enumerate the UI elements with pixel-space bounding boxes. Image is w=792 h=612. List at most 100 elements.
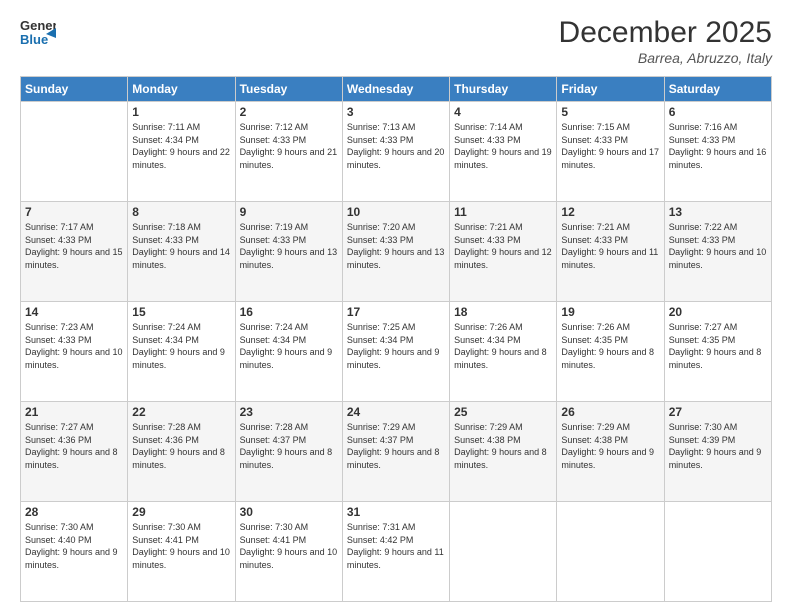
calendar-cell: 17 Sunrise: 7:25 AMSunset: 4:34 PMDayligh… [342, 302, 449, 402]
day-info: Sunrise: 7:26 AMSunset: 4:35 PMDaylight:… [561, 321, 659, 371]
day-info: Sunrise: 7:13 AMSunset: 4:33 PMDaylight:… [347, 121, 445, 171]
calendar-cell [557, 502, 664, 602]
day-info: Sunrise: 7:21 AMSunset: 4:33 PMDaylight:… [454, 221, 552, 271]
day-info: Sunrise: 7:30 AMSunset: 4:40 PMDaylight:… [25, 521, 123, 571]
calendar-cell: 30 Sunrise: 7:30 AMSunset: 4:41 PMDayligh… [235, 502, 342, 602]
calendar-cell: 31Sunrise: 7:31 AMSunset: 4:42 PMDayligh… [342, 502, 449, 602]
calendar-cell: 15Sunrise: 7:24 AMSunset: 4:34 PMDayligh… [128, 302, 235, 402]
day-number: 10 [347, 205, 445, 219]
calendar-cell [664, 502, 771, 602]
weekday-header-sunday: Sunday [21, 77, 128, 102]
day-info: Sunrise: 7:11 AMSunset: 4:34 PMDaylight:… [132, 121, 230, 171]
day-number: 12 [561, 205, 659, 219]
calendar-cell: 2 Sunrise: 7:12 AMSunset: 4:33 PMDaylight… [235, 102, 342, 202]
calendar-cell: 9Sunrise: 7:19 AMSunset: 4:33 PMDaylight… [235, 202, 342, 302]
day-info: Sunrise: 7:17 AMSunset: 4:33 PMDaylight:… [25, 221, 123, 271]
day-info: Sunrise: 7:12 AMSunset: 4:33 PMDaylight:… [240, 121, 338, 171]
day-number: 4 [454, 105, 552, 119]
day-info: Sunrise: 7:31 AMSunset: 4:42 PMDaylight:… [347, 521, 445, 571]
calendar-cell: 4 Sunrise: 7:14 AMSunset: 4:33 PMDaylight… [450, 102, 557, 202]
calendar-cell: 5 Sunrise: 7:15 AMSunset: 4:33 PMDaylight… [557, 102, 664, 202]
calendar-cell: 29 Sunrise: 7:30 AMSunset: 4:41 PMDayligh… [128, 502, 235, 602]
calendar-cell: 20 Sunrise: 7:27 AMSunset: 4:35 PMDayligh… [664, 302, 771, 402]
day-info: Sunrise: 7:28 AMSunset: 4:36 PMDaylight:… [132, 421, 230, 471]
calendar-cell: 24Sunrise: 7:29 AMSunset: 4:37 PMDayligh… [342, 402, 449, 502]
day-number: 30 [240, 505, 338, 519]
day-number: 23 [240, 405, 338, 419]
day-info: Sunrise: 7:22 AMSunset: 4:33 PMDaylight:… [669, 221, 767, 271]
day-info: Sunrise: 7:25 AMSunset: 4:34 PMDaylight:… [347, 321, 445, 371]
logo: General Blue [20, 16, 56, 48]
day-number: 28 [25, 505, 123, 519]
day-number: 29 [132, 505, 230, 519]
calendar-cell: 23 Sunrise: 7:28 AMSunset: 4:37 PMDayligh… [235, 402, 342, 502]
day-number: 7 [25, 205, 123, 219]
page: General Blue December 2025 Barrea, Abruz… [0, 0, 792, 612]
weekday-header-tuesday: Tuesday [235, 77, 342, 102]
day-number: 18 [454, 305, 552, 319]
day-number: 3 [347, 105, 445, 119]
weekday-header-thursday: Thursday [450, 77, 557, 102]
day-info: Sunrise: 7:29 AMSunset: 4:38 PMDaylight:… [561, 421, 659, 471]
day-info: Sunrise: 7:27 AMSunset: 4:35 PMDaylight:… [669, 321, 767, 371]
calendar: SundayMondayTuesdayWednesdayThursdayFrid… [20, 76, 772, 602]
calendar-cell: 7 Sunrise: 7:17 AMSunset: 4:33 PMDaylight… [21, 202, 128, 302]
logo-image: General Blue [20, 16, 56, 48]
calendar-cell [21, 102, 128, 202]
weekday-header-saturday: Saturday [664, 77, 771, 102]
day-number: 24 [347, 405, 445, 419]
calendar-cell: 21Sunrise: 7:27 AMSunset: 4:36 PMDayligh… [21, 402, 128, 502]
day-number: 19 [561, 305, 659, 319]
day-number: 20 [669, 305, 767, 319]
calendar-cell: 14 Sunrise: 7:23 AMSunset: 4:33 PMDayligh… [21, 302, 128, 402]
weekday-header-friday: Friday [557, 77, 664, 102]
location: Barrea, Abruzzo, Italy [559, 50, 772, 66]
calendar-cell: 1 Sunrise: 7:11 AMSunset: 4:34 PMDaylight… [128, 102, 235, 202]
day-number: 2 [240, 105, 338, 119]
day-number: 21 [25, 405, 123, 419]
day-info: Sunrise: 7:14 AMSunset: 4:33 PMDaylight:… [454, 121, 552, 171]
calendar-cell: 28 Sunrise: 7:30 AMSunset: 4:40 PMDayligh… [21, 502, 128, 602]
header: General Blue December 2025 Barrea, Abruz… [20, 16, 772, 66]
day-info: Sunrise: 7:20 AMSunset: 4:33 PMDaylight:… [347, 221, 445, 271]
calendar-cell: 10 Sunrise: 7:20 AMSunset: 4:33 PMDayligh… [342, 202, 449, 302]
day-number: 17 [347, 305, 445, 319]
calendar-cell: 18 Sunrise: 7:26 AMSunset: 4:34 PMDayligh… [450, 302, 557, 402]
day-info: Sunrise: 7:15 AMSunset: 4:33 PMDaylight:… [561, 121, 659, 171]
svg-text:General: General [20, 18, 56, 33]
calendar-cell: 3 Sunrise: 7:13 AMSunset: 4:33 PMDaylight… [342, 102, 449, 202]
day-info: Sunrise: 7:28 AMSunset: 4:37 PMDaylight:… [240, 421, 338, 471]
calendar-cell: 11Sunrise: 7:21 AMSunset: 4:33 PMDayligh… [450, 202, 557, 302]
calendar-cell: 19 Sunrise: 7:26 AMSunset: 4:35 PMDayligh… [557, 302, 664, 402]
day-number: 1 [132, 105, 230, 119]
day-info: Sunrise: 7:29 AMSunset: 4:38 PMDaylight:… [454, 421, 552, 471]
calendar-cell: 12 Sunrise: 7:21 AMSunset: 4:33 PMDayligh… [557, 202, 664, 302]
day-info: Sunrise: 7:30 AMSunset: 4:41 PMDaylight:… [240, 521, 338, 571]
day-info: Sunrise: 7:19 AMSunset: 4:33 PMDaylight:… [240, 221, 338, 271]
calendar-cell: 8Sunrise: 7:18 AMSunset: 4:33 PMDaylight… [128, 202, 235, 302]
day-info: Sunrise: 7:21 AMSunset: 4:33 PMDaylight:… [561, 221, 659, 271]
weekday-header-wednesday: Wednesday [342, 77, 449, 102]
calendar-cell: 6Sunrise: 7:16 AMSunset: 4:33 PMDaylight… [664, 102, 771, 202]
day-info: Sunrise: 7:26 AMSunset: 4:34 PMDaylight:… [454, 321, 552, 371]
day-number: 5 [561, 105, 659, 119]
weekday-header-monday: Monday [128, 77, 235, 102]
calendar-cell: 25 Sunrise: 7:29 AMSunset: 4:38 PMDayligh… [450, 402, 557, 502]
day-number: 22 [132, 405, 230, 419]
day-number: 26 [561, 405, 659, 419]
day-number: 25 [454, 405, 552, 419]
title-block: December 2025 Barrea, Abruzzo, Italy [559, 16, 772, 66]
day-number: 13 [669, 205, 767, 219]
day-info: Sunrise: 7:24 AMSunset: 4:34 PMDaylight:… [132, 321, 230, 371]
day-info: Sunrise: 7:30 AMSunset: 4:39 PMDaylight:… [669, 421, 767, 471]
day-number: 27 [669, 405, 767, 419]
day-number: 14 [25, 305, 123, 319]
calendar-cell: 22 Sunrise: 7:28 AMSunset: 4:36 PMDayligh… [128, 402, 235, 502]
calendar-cell [450, 502, 557, 602]
day-info: Sunrise: 7:30 AMSunset: 4:41 PMDaylight:… [132, 521, 230, 571]
day-info: Sunrise: 7:18 AMSunset: 4:33 PMDaylight:… [132, 221, 230, 271]
day-info: Sunrise: 7:23 AMSunset: 4:33 PMDaylight:… [25, 321, 123, 371]
svg-text:Blue: Blue [20, 32, 48, 47]
day-info: Sunrise: 7:24 AMSunset: 4:34 PMDaylight:… [240, 321, 338, 371]
day-number: 16 [240, 305, 338, 319]
